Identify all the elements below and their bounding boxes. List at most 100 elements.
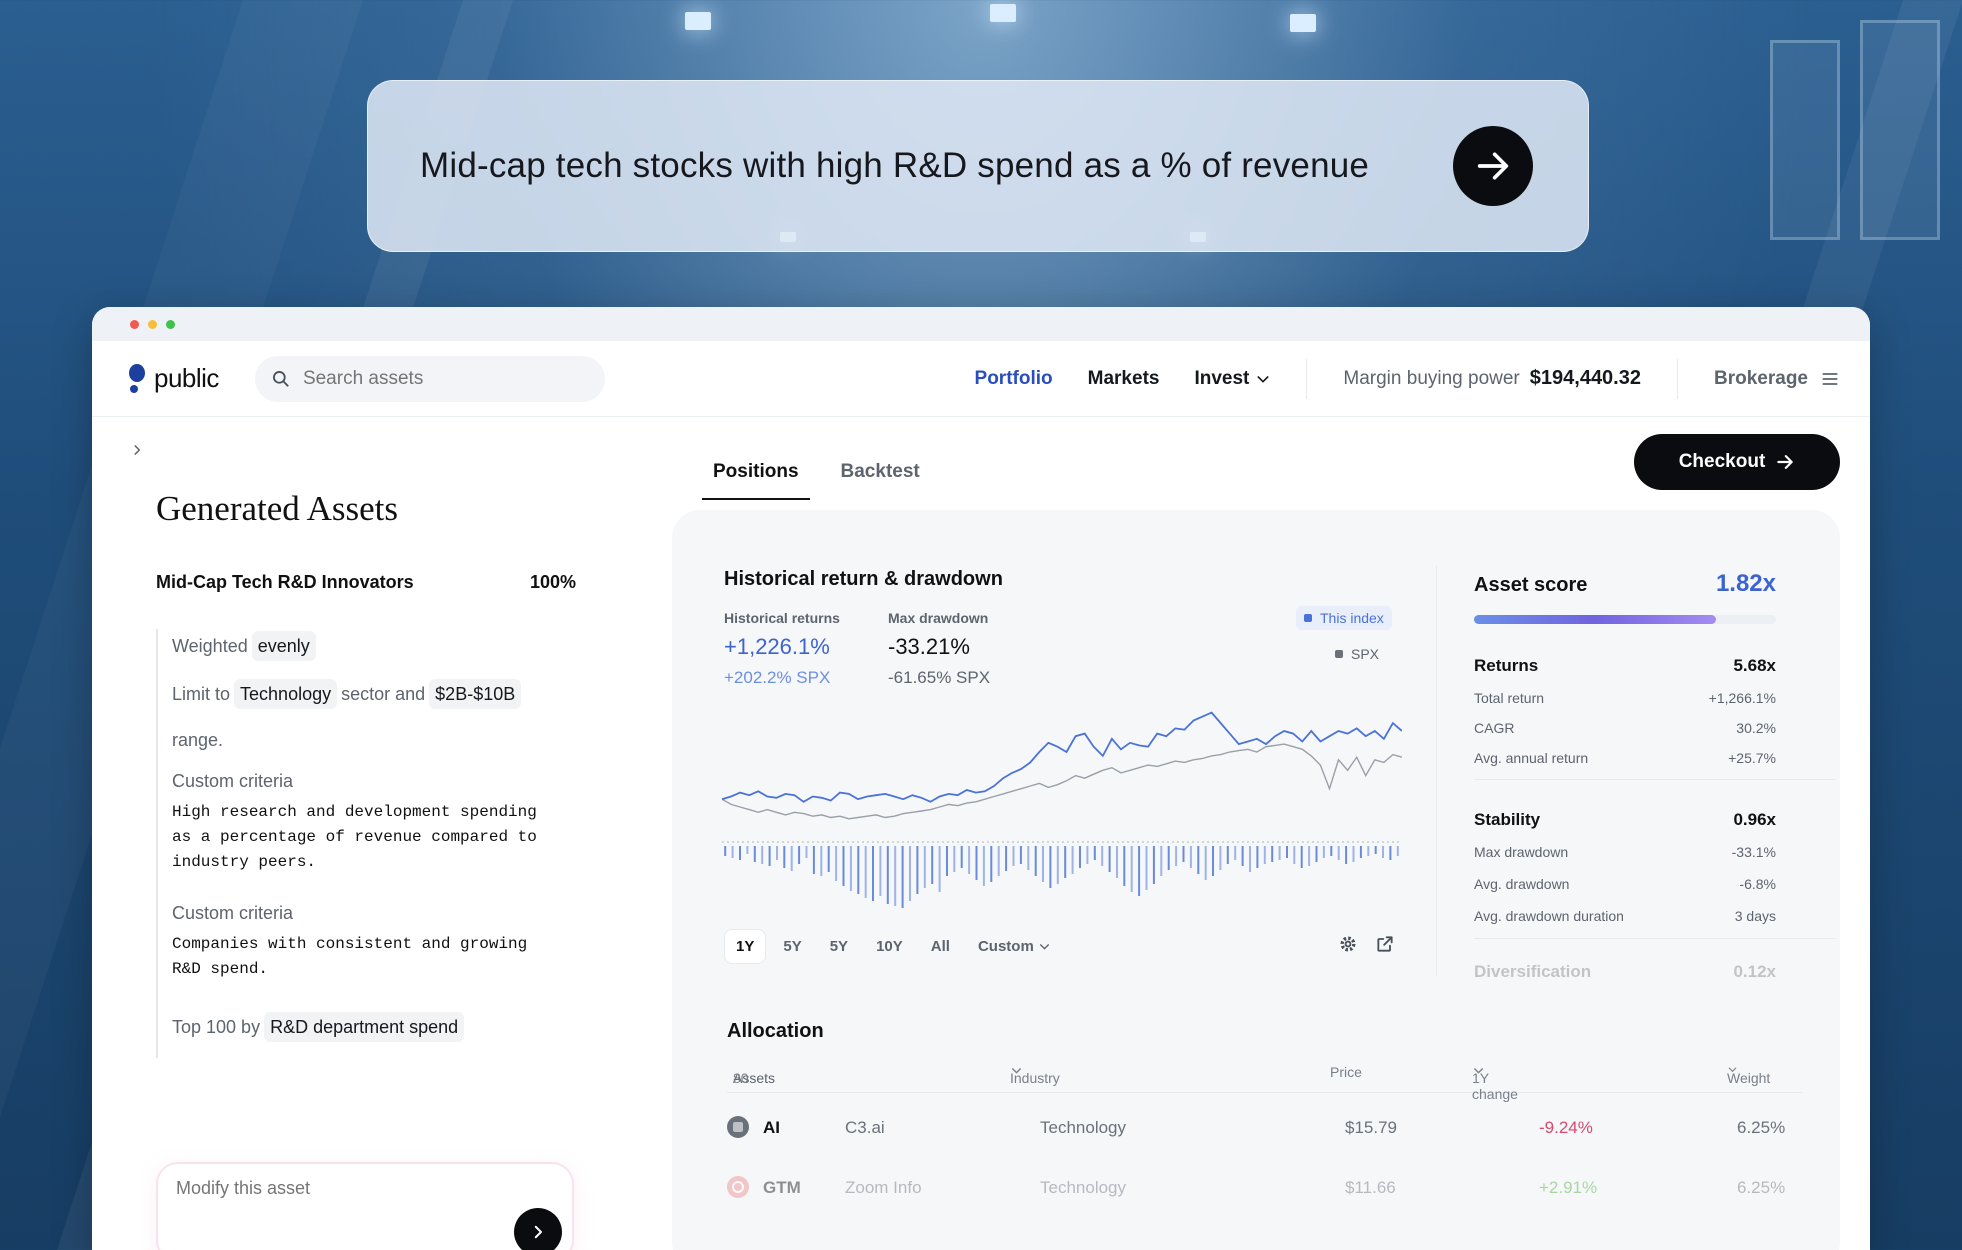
table-row[interactable]: AI C3.ai Technology $15.79 -9.24% 6.25%	[727, 1100, 1802, 1158]
nav-invest[interactable]: Invest	[1194, 368, 1271, 390]
window-titlebar	[92, 307, 1870, 341]
industry: Technology	[1040, 1118, 1127, 1137]
range-5y-alt[interactable]: 5Y	[819, 930, 859, 963]
logo[interactable]: public	[128, 363, 219, 394]
margin-buying-power-value: $194,440.32	[1529, 367, 1641, 389]
col-industry[interactable]: Industry	[1010, 1064, 1060, 1086]
range-custom[interactable]: Custom	[967, 930, 1062, 963]
checkout-button[interactable]: Checkout	[1634, 434, 1840, 490]
ranking-chip[interactable]: R&D department spend	[264, 1012, 465, 1042]
nav-divider	[1677, 358, 1678, 399]
ticker: GTM	[763, 1178, 801, 1197]
drawdown-bar	[997, 846, 1000, 876]
limit-prefix: Limit to	[172, 684, 231, 704]
historical-returns-label: Historical returns	[724, 610, 840, 626]
modify-asset-input[interactable]	[176, 1178, 476, 1199]
market-cap-chip[interactable]: $2B-$10B	[429, 679, 522, 709]
limit-suffix: range.	[172, 730, 224, 750]
drawdown-bar	[1042, 846, 1044, 882]
range-all[interactable]: All	[920, 930, 961, 963]
search-input[interactable]	[302, 367, 563, 390]
custom-criteria-label: Custom criteria	[172, 903, 294, 923]
weight: 6.25%	[1737, 1118, 1786, 1137]
price: $15.79	[1345, 1118, 1397, 1137]
range-5y[interactable]: 5Y	[772, 930, 812, 963]
maximize-dot[interactable]	[166, 319, 175, 329]
tab-backtest[interactable]: Backtest	[830, 447, 931, 500]
diversification-label: Diversification	[1474, 962, 1592, 981]
company-name: Zoom Info	[845, 1178, 922, 1197]
drawdown-bar	[783, 846, 786, 868]
table-row[interactable]: GTM Zoom Info Technology $11.66 +2.91% 6…	[727, 1160, 1802, 1218]
drawdown-bar	[739, 846, 741, 860]
asset-score-label: Asset score	[1474, 574, 1588, 596]
col-1y-change[interactable]: 1Y change	[1472, 1064, 1518, 1102]
drawdown-bar	[1367, 846, 1370, 856]
search-box[interactable]	[254, 355, 605, 402]
drawdown-bar	[1212, 846, 1214, 876]
drawdown-bar	[842, 846, 845, 886]
drawdown-bar	[953, 846, 956, 872]
stat-value: +1,266.1%	[1708, 690, 1776, 706]
drawdown-bar	[768, 846, 771, 866]
external-link-icon[interactable]	[1375, 934, 1395, 954]
drawdown-bar	[761, 846, 764, 864]
drawdown-bar	[938, 846, 941, 892]
stability-label: Stability	[1474, 810, 1541, 829]
ticker-logo	[727, 1116, 749, 1138]
drawdown-bar	[864, 846, 867, 898]
drawdown-bar	[1123, 846, 1126, 886]
drawdown-bar	[1226, 846, 1229, 864]
drawdown-bar	[1152, 846, 1155, 884]
custom-criteria-text: Companies with consistent and growing R&…	[172, 935, 528, 978]
drawdown-bar	[1175, 846, 1178, 866]
drawdown-bar	[1049, 846, 1052, 888]
range-1y[interactable]: 1Y	[724, 929, 767, 964]
drawdown-bar	[1079, 846, 1081, 868]
drawdown-bar	[1101, 846, 1104, 866]
drawdown-bar	[731, 846, 734, 858]
drawdown-bar	[886, 846, 889, 904]
asset-score-fill	[1474, 615, 1716, 624]
weighting-chip[interactable]: evenly	[251, 631, 316, 661]
minimize-dot[interactable]	[148, 319, 157, 329]
legend-this-index[interactable]: This index	[1296, 606, 1392, 630]
section-divider	[1474, 938, 1836, 939]
sector-chip[interactable]: Technology	[234, 679, 338, 709]
nav-markets[interactable]: Markets	[1088, 368, 1160, 390]
nav-invest-label: Invest	[1194, 367, 1250, 389]
prompt-bar[interactable]: Mid-cap tech stocks with high R&D spend …	[367, 80, 1589, 252]
gear-icon[interactable]	[1338, 934, 1358, 954]
drawdown-bar	[827, 846, 830, 872]
drawdown-bar	[1056, 846, 1059, 884]
drawdown-bar	[1167, 846, 1170, 870]
close-dot[interactable]	[130, 319, 139, 329]
custom-criteria-text: High research and development spending a…	[172, 803, 537, 871]
prompt-submit-button[interactable]	[1453, 126, 1533, 206]
col-weight[interactable]: Weight	[1727, 1064, 1770, 1086]
ticker: AI	[763, 1118, 780, 1137]
prompt-text: Mid-cap tech stocks with high R&D spend …	[420, 146, 1370, 185]
tab-positions[interactable]: Positions	[702, 447, 810, 500]
drawdown-bar	[1189, 846, 1192, 868]
max-drawdown-spx: -61.65% SPX	[888, 668, 991, 687]
legend-label: SPX	[1351, 646, 1380, 662]
nav-portfolio[interactable]: Portfolio	[975, 368, 1053, 390]
range-10y[interactable]: 10Y	[865, 930, 914, 963]
col-price[interactable]: Price	[1330, 1064, 1362, 1080]
brokerage-menu[interactable]: Brokerage	[1714, 368, 1840, 390]
drawdown-bar	[1396, 846, 1399, 856]
expand-sidebar-button[interactable]	[126, 439, 148, 461]
chevron-right-icon	[534, 1225, 542, 1239]
legend-spx[interactable]: SPX	[1327, 642, 1387, 666]
stat-row: Avg. drawdown -6.8%	[1474, 876, 1776, 892]
drawdown-bar	[1286, 846, 1288, 858]
chart-title: Historical return & drawdown	[724, 568, 1003, 590]
drawdown-bar	[1389, 846, 1392, 860]
drawdown-bar	[753, 846, 756, 862]
arrow-right-icon	[1477, 152, 1509, 180]
drawdown-bar	[923, 846, 926, 888]
modify-submit-button[interactable]	[514, 1208, 562, 1250]
modify-asset-box[interactable]	[156, 1162, 574, 1250]
stability-value: 0.96x	[1733, 810, 1776, 829]
